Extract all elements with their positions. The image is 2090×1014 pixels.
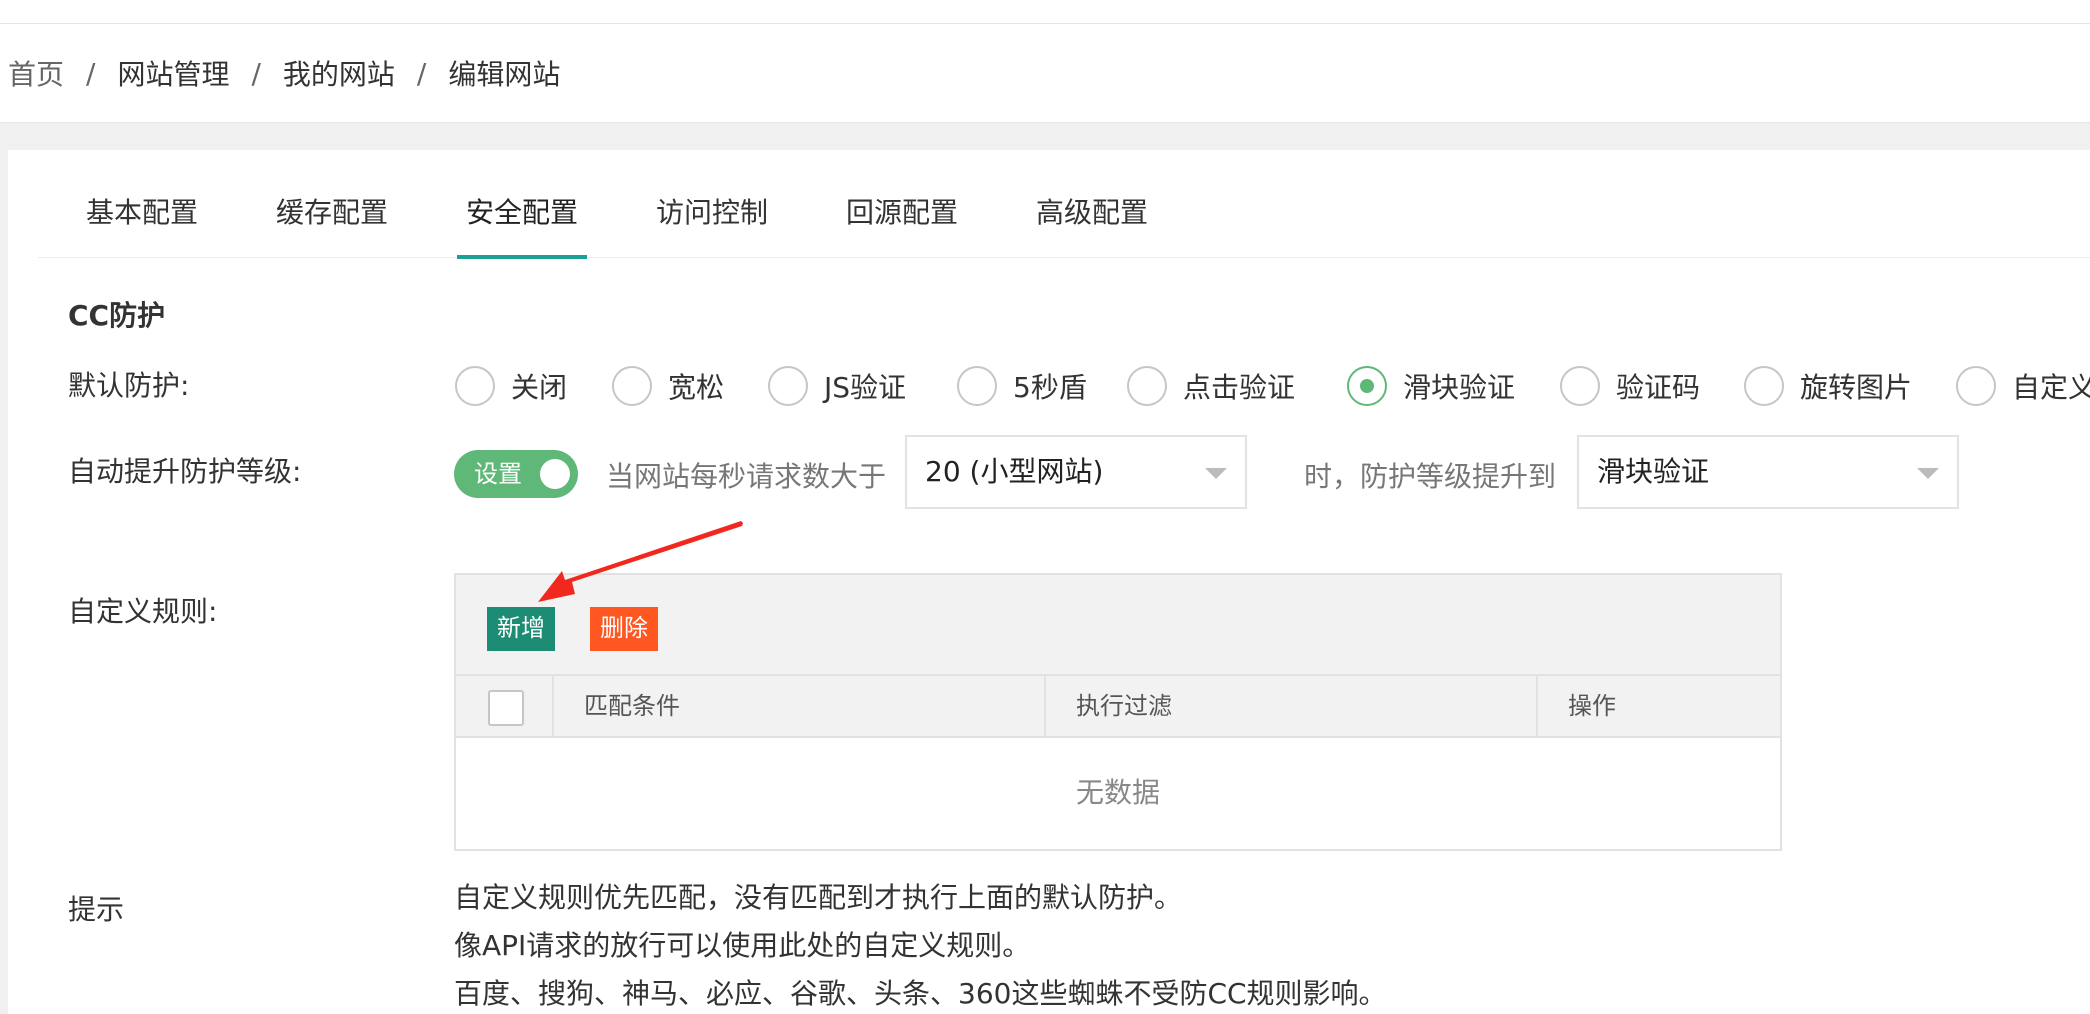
radio-label: 滑块验证 xyxy=(1403,371,1516,404)
radio-label: JS验证 xyxy=(824,371,907,404)
radio-label: 验证码 xyxy=(1616,371,1701,404)
chevron-down-icon xyxy=(1917,468,1939,479)
breadcrumb-separator: / xyxy=(251,56,261,90)
tab-origin-config[interactable]: 回源配置 xyxy=(846,150,958,258)
tab-access-control[interactable]: 访问控制 xyxy=(656,150,768,258)
radio-label: 关闭 xyxy=(511,371,568,404)
threshold-select-value: 20 (小型网站) xyxy=(925,455,1104,488)
custom-rules-table: 新增 删除 匹配条件 执行过滤 操作 无数据 xyxy=(454,573,1782,851)
select-all-checkbox[interactable] xyxy=(488,690,524,726)
table-header: 匹配条件 执行过滤 操作 xyxy=(456,676,1780,738)
tab-advanced-config[interactable]: 高级配置 xyxy=(1036,150,1148,258)
breadcrumb-separator: / xyxy=(86,56,96,90)
radio-circle-icon xyxy=(1956,366,1996,406)
tab-cache-config[interactable]: 缓存配置 xyxy=(276,150,388,258)
hint-line: 像API请求的放行可以使用此处的自定义规则。 xyxy=(454,929,1031,962)
upgrade-level-select-value: 滑块验证 xyxy=(1597,455,1710,488)
custom-rules-label: 自定义规则: xyxy=(68,595,218,628)
breadcrumb-separator: / xyxy=(416,56,427,90)
radio-custom[interactable]: 自定义 xyxy=(1956,364,2090,408)
radio-captcha[interactable]: 验证码 xyxy=(1560,364,1700,408)
radio-circle-icon xyxy=(612,366,652,406)
top-bar xyxy=(0,0,2090,24)
radio-js-verify[interactable]: JS验证 xyxy=(768,364,906,408)
breadcrumb: 首页 / 网站管理 / 我的网站 / 编辑网站 xyxy=(0,24,2090,123)
breadcrumb-site-management[interactable]: 网站管理 xyxy=(117,53,229,93)
select-all-cell xyxy=(456,676,554,736)
chevron-down-icon xyxy=(1205,468,1227,479)
switch-label: 设置 xyxy=(474,460,522,488)
rules-toolbar: 新增 删除 xyxy=(456,575,1780,676)
radio-click-verify[interactable]: 点击验证 xyxy=(1127,364,1295,408)
column-filter-action: 执行过滤 xyxy=(1046,676,1538,736)
radio-loose[interactable]: 宽松 xyxy=(612,364,724,408)
breadcrumb-my-sites[interactable]: 我的网站 xyxy=(283,53,395,93)
upgrade-level-select[interactable]: 滑块验证 xyxy=(1577,435,1959,509)
hint-line: 百度、搜狗、神马、必应、谷歌、头条、360这些蜘蛛不受防CC规则影响。 xyxy=(454,977,1387,1010)
threshold-suffix-text: 时，防护等级提升到 xyxy=(1304,460,1557,493)
radio-circle-icon xyxy=(1744,366,1784,406)
auto-upgrade-label: 自动提升防护等级: xyxy=(68,455,302,488)
column-match-condition: 匹配条件 xyxy=(554,676,1046,736)
radio-circle-icon xyxy=(1127,366,1167,406)
hint-label: 提示 xyxy=(68,893,125,926)
radio-label: 自定义 xyxy=(2012,371,2090,404)
tab-basic-config[interactable]: 基本配置 xyxy=(86,150,198,258)
radio-slider-verify[interactable]: 滑块验证 xyxy=(1347,364,1515,408)
radio-rotate-image[interactable]: 旋转图片 xyxy=(1744,364,1912,408)
threshold-prefix-text: 当网站每秒请求数大于 xyxy=(606,460,887,493)
default-protection-label: 默认防护: xyxy=(68,369,190,402)
cc-protection-title: CC防护 xyxy=(68,299,166,332)
empty-table-text: 无数据 xyxy=(1075,776,1160,809)
breadcrumb-home[interactable]: 首页 xyxy=(8,53,64,93)
radio-circle-icon xyxy=(455,366,495,406)
add-rule-button[interactable]: 新增 xyxy=(487,607,555,651)
radio-off[interactable]: 关闭 xyxy=(455,364,567,408)
radio-label: 宽松 xyxy=(668,371,725,404)
tab-security-config[interactable]: 安全配置 xyxy=(457,150,587,259)
hint-line: 自定义规则优先匹配，没有匹配到才执行上面的默认防护。 xyxy=(454,881,1183,914)
radio-circle-icon xyxy=(957,366,997,406)
radio-circle-icon xyxy=(1560,366,1600,406)
radio-label: 点击验证 xyxy=(1183,371,1296,404)
radio-checked-icon xyxy=(1347,366,1387,406)
auto-upgrade-switch[interactable]: 设置 xyxy=(454,450,578,498)
radio-label: 旋转图片 xyxy=(1800,371,1913,404)
switch-knob xyxy=(540,459,570,489)
config-tabs: 基本配置 缓存配置 安全配置 访问控制 回源配置 高级配置 xyxy=(38,150,2090,259)
breadcrumb-edit-site: 编辑网站 xyxy=(448,58,561,91)
column-operations: 操作 xyxy=(1568,692,1616,720)
radio-label: 5秒盾 xyxy=(1013,371,1087,404)
delete-rule-button[interactable]: 删除 xyxy=(590,607,658,651)
threshold-select[interactable]: 20 (小型网站) xyxy=(905,435,1247,509)
config-card: 基本配置 缓存配置 安全配置 访问控制 回源配置 高级配置 CC防护 默认防护:… xyxy=(8,150,2090,1014)
radio-5s-shield[interactable]: 5秒盾 xyxy=(957,364,1087,408)
radio-circle-icon xyxy=(768,366,808,406)
